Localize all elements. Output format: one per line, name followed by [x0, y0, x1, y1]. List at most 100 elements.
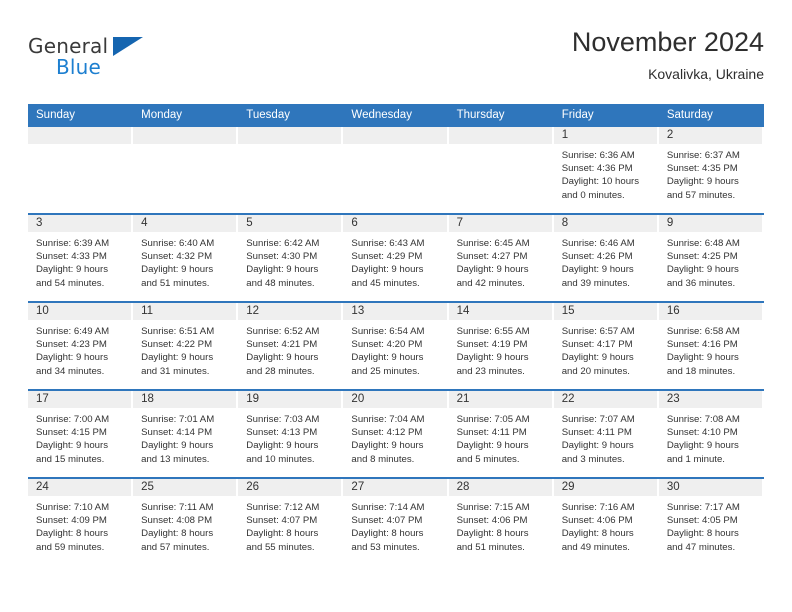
sunrise-text: Sunrise: 7:11 AM [141, 502, 214, 513]
weekday-header-sunday: Sunday [28, 104, 134, 127]
sunrise-text: Sunrise: 7:10 AM [36, 502, 110, 513]
general-blue-logo[interactable]: General Blue [28, 34, 168, 86]
day-cell-content: 25 Sunrise: 7:11 AM Sunset: 4:08 PM Dayligh… [133, 479, 238, 565]
day-number: 8 [561, 217, 569, 229]
calendar-day-cell[interactable]: 12 Sunrise: 6:52 AM Sunset: 4:21 PM Dayligh… [238, 301, 344, 390]
daylight-text-line1: Daylight: 9 hours [351, 264, 424, 276]
calendar-week-row: 17 Sunrise: 7:00 AM Sunset: 4:15 PM Dayligh… [28, 389, 764, 478]
calendar-day-cell[interactable]: 10 Sunrise: 6:49 AM Sunset: 4:23 PM Dayligh… [28, 301, 134, 390]
calendar-day-cell[interactable]: 7 Sunrise: 6:45 AM Sunset: 4:27 PM Daylight… [448, 213, 554, 302]
day-cell-content: 22 Sunrise: 7:07 AM Sunset: 4:11 PM Dayligh… [553, 391, 659, 477]
logo-text-blue: Blue [56, 55, 102, 79]
calendar-day-cell[interactable]: 19 Sunrise: 7:03 AM Sunset: 4:13 PM Dayligh… [238, 389, 344, 478]
day-number: 15 [561, 305, 575, 317]
daylight-text-line1: Daylight: 10 hours [561, 176, 640, 188]
day-number-band [28, 127, 132, 144]
calendar-day-cell-empty [28, 127, 134, 214]
day-number-band [448, 127, 552, 144]
calendar-table: Sunday Monday Tuesday Wednesday Thursday… [28, 104, 764, 565]
daylight-text-line1: Daylight: 8 hours [456, 528, 529, 540]
daylight-text-line1: Daylight: 9 hours [456, 264, 529, 276]
daylight-text-line2: and 36 minutes. [666, 277, 736, 289]
day-number [343, 127, 446, 144]
calendar-day-cell[interactable]: 9 Sunrise: 6:48 AM Sunset: 4:25 PM Daylight… [658, 213, 764, 302]
day-number: 30 [666, 481, 680, 493]
day-number-band: 26 [238, 479, 342, 496]
calendar-day-cell[interactable]: 26 Sunrise: 7:12 AM Sunset: 4:07 PM Dayligh… [238, 477, 344, 565]
day-number-band: 22 [553, 391, 657, 408]
day-number-band: 29 [553, 479, 657, 496]
day-cell-content: 8 Sunrise: 6:46 AM Sunset: 4:26 PM Daylight… [553, 215, 659, 301]
day-number-band: 5 [238, 215, 342, 232]
calendar-day-cell[interactable]: 28 Sunrise: 7:15 AM Sunset: 4:06 PM Dayligh… [448, 477, 554, 565]
calendar-day-cell[interactable]: 16 Sunrise: 6:58 AM Sunset: 4:16 PM Dayligh… [658, 301, 764, 390]
daylight-text-line1: Daylight: 8 hours [141, 528, 214, 540]
calendar-day-cell[interactable]: 29 Sunrise: 7:16 AM Sunset: 4:06 PM Dayligh… [553, 477, 659, 565]
daylight-text-line1: Daylight: 8 hours [351, 528, 424, 540]
day-cell-content: 4 Sunrise: 6:40 AM Sunset: 4:32 PM Daylight… [133, 215, 238, 301]
calendar-day-cell[interactable]: 5 Sunrise: 6:42 AM Sunset: 4:30 PM Daylight… [238, 213, 344, 302]
day-details: Sunrise: 7:03 AM Sunset: 4:13 PM Daylight:… [238, 408, 343, 466]
calendar-day-cell[interactable]: 18 Sunrise: 7:01 AM Sunset: 4:14 PM Dayligh… [133, 389, 239, 478]
sunset-text: Sunset: 4:23 PM [36, 339, 107, 351]
calendar-day-cell[interactable]: 14 Sunrise: 6:55 AM Sunset: 4:19 PM Dayligh… [448, 301, 554, 390]
daylight-text-line1: Daylight: 9 hours [141, 352, 214, 364]
day-details: Sunrise: 7:01 AM Sunset: 4:14 PM Daylight:… [133, 408, 238, 466]
day-number-band: 18 [133, 391, 237, 408]
calendar-day-cell[interactable]: 25 Sunrise: 7:11 AM Sunset: 4:08 PM Dayligh… [133, 477, 239, 565]
calendar-day-cell[interactable]: 8 Sunrise: 6:46 AM Sunset: 4:26 PM Daylight… [553, 213, 659, 302]
sunrise-text: Sunrise: 6:49 AM [36, 326, 110, 337]
calendar-day-cell[interactable]: 17 Sunrise: 7:00 AM Sunset: 4:15 PM Dayligh… [28, 389, 134, 478]
day-number-band: 7 [448, 215, 552, 232]
sunrise-text: Sunrise: 6:45 AM [456, 238, 530, 249]
sunset-text: Sunset: 4:17 PM [561, 339, 633, 351]
calendar-day-cell[interactable]: 3 Sunrise: 6:39 AM Sunset: 4:33 PM Daylight… [28, 213, 134, 302]
sunset-text: Sunset: 4:19 PM [456, 339, 528, 351]
daylight-text-line1: Daylight: 9 hours [141, 264, 214, 276]
calendar-day-cell[interactable]: 15 Sunrise: 6:57 AM Sunset: 4:17 PM Dayligh… [553, 301, 659, 390]
day-number-band: 19 [238, 391, 342, 408]
calendar-day-cell[interactable]: 24 Sunrise: 7:10 AM Sunset: 4:09 PM Dayligh… [28, 477, 134, 565]
calendar-day-cell[interactable]: 11 Sunrise: 6:51 AM Sunset: 4:22 PM Dayligh… [133, 301, 239, 390]
day-cell-content: 12 Sunrise: 6:52 AM Sunset: 4:21 PM Dayligh… [238, 303, 343, 389]
day-details: Sunrise: 7:15 AM Sunset: 4:06 PM Daylight:… [449, 496, 554, 554]
day-details: Sunrise: 6:39 AM Sunset: 4:33 PM Daylight:… [28, 232, 133, 290]
calendar-day-cell[interactable]: 22 Sunrise: 7:07 AM Sunset: 4:11 PM Dayligh… [553, 389, 659, 478]
daylight-text-line1: Daylight: 8 hours [561, 528, 634, 540]
day-details: Sunrise: 6:54 AM Sunset: 4:20 PM Daylight:… [343, 320, 448, 378]
calendar-day-cell[interactable]: 2 Sunrise: 6:37 AM Sunset: 4:35 PM Daylight… [658, 127, 764, 214]
sunset-text: Sunset: 4:08 PM [141, 515, 213, 527]
sunset-text: Sunset: 4:06 PM [561, 515, 633, 527]
day-cell-content [28, 127, 133, 213]
weekday-header-wednesday: Wednesday [343, 104, 449, 127]
day-number-band: 17 [28, 391, 132, 408]
daylight-text-line2: and 45 minutes. [351, 277, 420, 289]
sunrise-text: Sunrise: 7:05 AM [456, 414, 530, 425]
calendar-day-cell[interactable]: 1 Sunrise: 6:36 AM Sunset: 4:36 PM Daylight… [553, 127, 659, 214]
calendar-day-cell[interactable]: 23 Sunrise: 7:08 AM Sunset: 4:10 PM Dayligh… [658, 389, 764, 478]
day-number-band: 1 [553, 127, 657, 144]
day-cell-content: 20 Sunrise: 7:04 AM Sunset: 4:12 PM Dayligh… [343, 391, 448, 477]
sunset-text: Sunset: 4:12 PM [351, 427, 423, 439]
daylight-text-line1: Daylight: 8 hours [246, 528, 319, 540]
daylight-text-line1: Daylight: 8 hours [36, 528, 108, 540]
calendar-day-cell[interactable]: 6 Sunrise: 6:43 AM Sunset: 4:29 PM Daylight… [343, 213, 449, 302]
daylight-text-line2: and 54 minutes. [36, 277, 105, 289]
calendar-day-cell[interactable]: 27 Sunrise: 7:14 AM Sunset: 4:07 PM Dayligh… [343, 477, 449, 565]
day-cell-content: 1 Sunrise: 6:36 AM Sunset: 4:36 PM Daylight… [553, 127, 659, 213]
calendar-day-cell[interactable]: 13 Sunrise: 6:54 AM Sunset: 4:20 PM Dayligh… [343, 301, 449, 390]
calendar-day-cell[interactable]: 20 Sunrise: 7:04 AM Sunset: 4:12 PM Dayligh… [343, 389, 449, 478]
calendar-day-cell[interactable]: 21 Sunrise: 7:05 AM Sunset: 4:11 PM Dayligh… [448, 389, 554, 478]
day-number-band [133, 127, 237, 144]
calendar-container: Sunday Monday Tuesday Wednesday Thursday… [28, 104, 764, 565]
day-number-band: 14 [448, 303, 552, 320]
sunset-text: Sunset: 4:13 PM [246, 427, 318, 439]
day-cell-content: 11 Sunrise: 6:51 AM Sunset: 4:22 PM Dayligh… [133, 303, 238, 389]
calendar-day-cell[interactable]: 4 Sunrise: 6:40 AM Sunset: 4:32 PM Daylight… [133, 213, 239, 302]
day-number: 22 [561, 393, 575, 405]
sunset-text: Sunset: 4:20 PM [351, 339, 423, 351]
calendar-day-cell[interactable]: 30 Sunrise: 7:17 AM Sunset: 4:05 PM Dayligh… [658, 477, 764, 565]
day-number-band: 20 [343, 391, 447, 408]
day-cell-content: 23 Sunrise: 7:08 AM Sunset: 4:10 PM Dayligh… [658, 391, 764, 477]
daylight-text-line2: and 1 minute. [666, 453, 725, 465]
